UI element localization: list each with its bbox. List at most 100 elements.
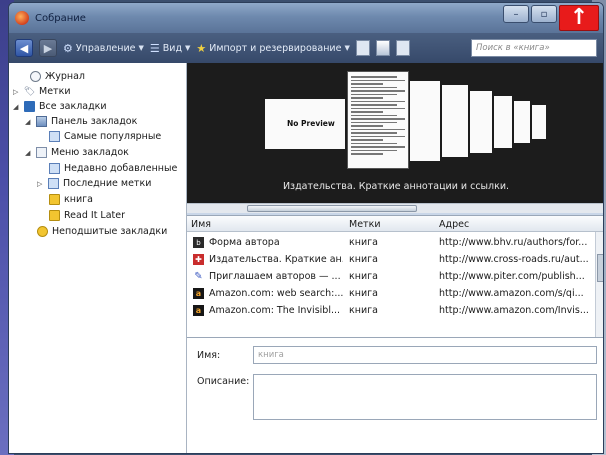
folder-icon [49,210,60,221]
up-arrow-icon: ↑ [569,5,589,30]
tree-item-label: книга [64,194,93,205]
unsorted-icon [37,226,48,237]
view-preview-button[interactable] [375,40,390,56]
column-header-tags[interactable]: Метки [349,219,381,230]
expand-arrow-icon[interactable]: ▷ [37,180,44,188]
tree-item-all-bookmarks[interactable]: ◢ Все закладки [13,101,107,112]
import-backup-menu-button[interactable]: ★ Импорт и резервирование ▼ [196,42,349,55]
bhv-favicon: b [193,237,204,248]
preview-scrollbar[interactable] [187,203,603,213]
cross-roads-favicon: ✚ [193,254,204,265]
table-scrollbar[interactable] [595,232,603,338]
bookmarks-tree: Журнал ▷ 🏷 Метки ◢ Все закладки ◢ Панель… [9,63,187,453]
gear-icon: ⚙ [63,41,73,55]
search-input[interactable]: Поиск в «книга» [471,39,597,57]
table-row[interactable]: b Форма автора книга http://www.bhv.ru/a… [187,234,603,251]
description-field[interactable] [253,374,597,420]
import-label: Импорт и резервирование [209,42,342,54]
tree-item-bookmarks-menu[interactable]: ◢ Меню закладок [25,147,129,158]
toolbar-icon [36,116,47,127]
view-grid-button[interactable] [395,40,410,56]
tree-item-label: Недавно добавленные [64,163,178,174]
row-tags: книга [349,271,378,282]
column-header-name[interactable]: Имя [191,219,211,230]
row-name: Amazon.com: The Invisibl... [209,305,341,316]
column-header-address[interactable]: Адрес [439,219,469,230]
forward-button[interactable]: ▶ [39,39,57,57]
library-window: Собрание – ▫ ↑ ◀ ▶ ⚙ Управление ▼ ☰ Вид … [8,2,604,454]
name-field[interactable]: книга [253,346,597,364]
row-name: Приглашаем авторов — ... [209,271,341,282]
tree-item-label: Все закладки [39,101,107,112]
row-tags: книга [349,237,378,248]
row-address: http://www.piter.com/publish... [439,271,585,282]
tree-item-folder-kniga[interactable]: книга [49,194,93,205]
tree-item-label: Последние метки [63,178,152,189]
smart-query-icon [49,163,60,174]
expand-arrow-icon[interactable]: ▷ [13,88,20,96]
preview-card[interactable]: No Preview [265,99,345,149]
preview-card[interactable] [410,81,440,161]
scrollbar-thumb[interactable] [247,205,417,212]
row-name: Форма автора [209,237,280,248]
table-row[interactable]: a Amazon.com: web search:... книга http:… [187,285,603,302]
tree-item-recently-added[interactable]: Недавно добавленные [49,163,177,174]
preview-card[interactable] [514,101,530,143]
table-header: Имя Метки Адрес [187,216,603,232]
views-menu-button[interactable]: ☰ Вид ▼ [150,42,191,55]
coverflow-preview[interactable]: No Preview Издательства. Краткие аннотац… [187,63,603,203]
tree-item-history[interactable]: Журнал [19,71,85,82]
row-tags: книга [349,305,378,316]
table-row[interactable]: ✎ Приглашаем авторов — ... книга http://… [187,268,603,285]
preview-card[interactable] [532,105,546,139]
details-pane: Имя: книга Описание: [187,337,603,453]
no-preview-label: No Preview [287,119,335,128]
tree-item-read-it-later[interactable]: Read It Later [49,210,125,221]
firefox-icon [15,11,29,25]
bookmarks-icon [24,101,35,112]
preview-card[interactable] [442,85,468,157]
tree-item-label: Метки [39,86,71,97]
preview-caption: Издательства. Краткие аннотации и ссылки… [282,181,510,192]
collapse-arrow-icon[interactable]: ◢ [25,118,32,126]
tree-item-bookmarks-toolbar[interactable]: ◢ Панель закладок [25,116,137,127]
manage-label: Управление [75,42,136,54]
tree-item-label: Самые популярные [64,131,162,142]
views-icon: ☰ [149,41,160,55]
collapse-arrow-icon[interactable]: ◢ [13,103,20,111]
collapse-arrow-icon[interactable]: ◢ [25,149,32,157]
chevron-down-icon: ▼ [138,44,144,52]
table-row[interactable]: ✚ Издательства. Краткие ан... книга http… [187,251,603,268]
tag-icon: 🏷 [23,86,36,97]
row-tags: книга [349,288,378,299]
back-arrow-icon: ◀ [19,41,29,55]
menu-icon [36,147,47,158]
tree-item-tags[interactable]: ▷ 🏷 Метки [13,86,71,97]
minimize-button[interactable]: – [503,5,529,23]
table-row[interactable]: a Amazon.com: The Invisibl... книга http… [187,302,603,319]
amazon-favicon: a [193,305,204,316]
view-list-button[interactable] [355,40,370,56]
preview-card[interactable] [494,96,512,148]
maximize-button[interactable]: ▫ [531,5,557,23]
row-address: http://www.bhv.ru/authors/for... [439,237,588,248]
tree-item-most-visited[interactable]: Самые популярные [49,131,161,142]
toolbar: ◀ ▶ ⚙ Управление ▼ ☰ Вид ▼ ★ Импорт и ре… [9,33,603,63]
preview-card[interactable] [470,91,492,153]
tree-item-recent-tags[interactable]: ▷ Последние метки [37,178,151,189]
close-button[interactable]: ↑ [559,5,599,31]
scrollbar-thumb[interactable] [597,254,603,282]
tree-item-label: Неподшитые закладки [52,226,168,237]
clock-icon [30,71,41,82]
row-name: Amazon.com: web search:... [209,288,343,299]
back-button[interactable]: ◀ [15,39,33,57]
preview-card-active[interactable] [347,71,409,169]
row-address: http://www.amazon.com/s/qi... [439,288,584,299]
tree-item-unsorted[interactable]: Неподшитые закладки [37,226,167,237]
chevron-down-icon: ▼ [344,44,350,52]
manage-menu-button[interactable]: ⚙ Управление ▼ [63,42,144,55]
folder-icon [49,194,60,205]
row-address: http://www.amazon.com/Invis... [439,305,589,316]
views-label: Вид [162,42,183,54]
smart-query-icon [49,131,60,142]
